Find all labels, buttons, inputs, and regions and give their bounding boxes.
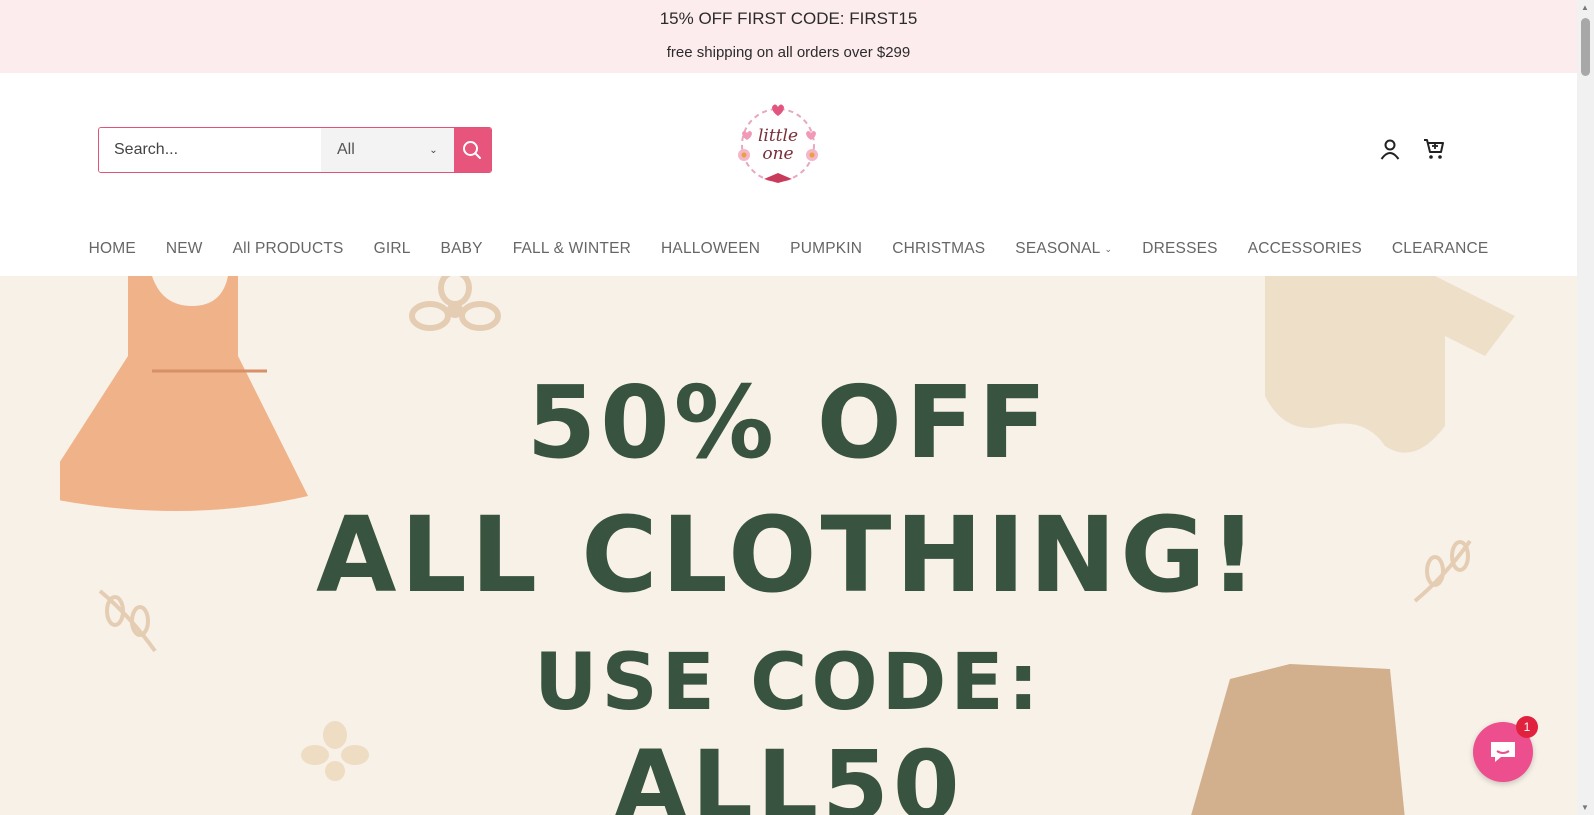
search-form: All ⌄ <box>98 127 492 173</box>
nav-home[interactable]: HOME <box>74 240 151 258</box>
chat-notification-badge: 1 <box>1516 716 1538 738</box>
scroll-down-icon[interactable]: ▼ <box>1581 803 1589 812</box>
chat-icon <box>1491 742 1515 762</box>
nav-accessories[interactable]: ACCESSORIES <box>1233 240 1377 258</box>
announcement-promo: 15% OFF FIRST CODE: FIRST15 <box>659 9 918 28</box>
nav-new[interactable]: NEW <box>151 240 218 258</box>
hero-headline-discount: 50% OFF <box>526 364 1051 481</box>
nav-seasonal-label: SEASONAL <box>1015 240 1101 257</box>
nav-dresses[interactable]: DRESSES <box>1127 240 1232 258</box>
scrollbar-thumb[interactable] <box>1581 18 1590 76</box>
hero-use-code: USE CODE: <box>534 638 1043 728</box>
search-icon <box>463 141 482 159</box>
nav-pumpkin[interactable]: PUMPKIN <box>775 240 877 258</box>
nav-halloween[interactable]: HALLOWEEN <box>646 240 775 258</box>
account-icon[interactable] <box>1378 137 1402 161</box>
svg-text:one: one <box>762 144 793 164</box>
announcement-shipping: free shipping on all orders over $299 <box>666 44 911 61</box>
hero-code: ALL50 <box>613 730 964 815</box>
search-category-value: All <box>337 141 355 158</box>
chevron-down-icon: ⌄ <box>429 144 438 156</box>
site-header: All ⌄ little one <box>0 73 1577 276</box>
main-nav: HOME NEW All PRODUCTS GIRL BABY FALL & W… <box>0 240 1577 258</box>
page-scrollbar[interactable]: ▲ ▼ <box>1577 0 1594 815</box>
search-button[interactable] <box>453 128 491 172</box>
nav-all-products[interactable]: All PRODUCTS <box>218 240 359 258</box>
header-icons <box>1378 137 1446 161</box>
flower-illustration <box>409 276 501 331</box>
nav-christmas[interactable]: CHRISTMAS <box>877 240 1000 258</box>
hero-headline-clothing: ALL CLOTHING! <box>315 494 1262 616</box>
nav-clearance[interactable]: CLEARANCE <box>1377 240 1504 258</box>
search-category-select[interactable]: All ⌄ <box>321 128 454 172</box>
nav-fall-winter[interactable]: FALL & WINTER <box>498 240 646 258</box>
cart-icon[interactable] <box>1422 137 1446 161</box>
nav-baby[interactable]: BABY <box>426 240 498 258</box>
scroll-up-icon[interactable]: ▲ <box>1581 3 1589 12</box>
nav-seasonal[interactable]: SEASONAL ⌄ <box>1000 240 1127 258</box>
svg-text:little: little <box>758 126 798 146</box>
announcement-bar: 15% OFF FIRST CODE: FIRST15 free shippin… <box>0 0 1577 73</box>
chevron-down-icon: ⌄ <box>1104 243 1113 254</box>
nav-girl[interactable]: GIRL <box>359 240 426 258</box>
search-input[interactable] <box>99 128 321 172</box>
hero-banner[interactable]: 50% OFF ALL CLOTHING! USE CODE: ALL50 <box>0 276 1577 815</box>
store-logo[interactable]: little one <box>722 97 834 193</box>
